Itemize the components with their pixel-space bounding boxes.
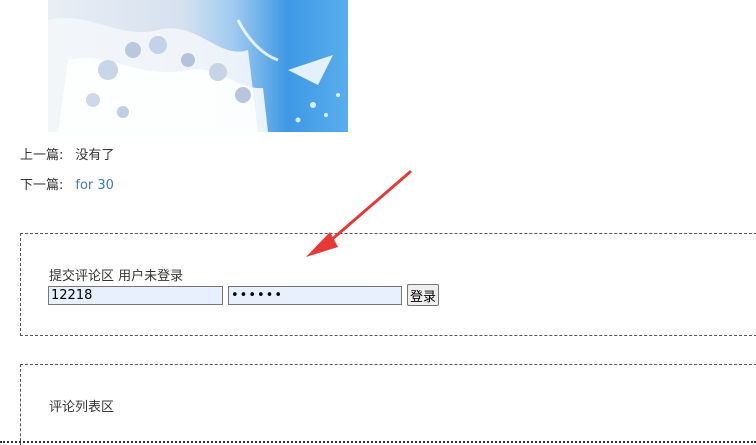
username-input[interactable] bbox=[48, 285, 223, 305]
bottom-divider bbox=[0, 441, 756, 443]
prev-article-value: 没有了 bbox=[75, 148, 115, 163]
login-form: 登录 bbox=[48, 284, 440, 306]
illustration-graphic bbox=[48, 0, 348, 132]
comment-list-title: 评论列表区 bbox=[49, 400, 115, 415]
article-image bbox=[48, 0, 348, 132]
next-article-label: 下一篇: bbox=[20, 178, 64, 193]
comment-form-title: 提交评论区 用户未登录 bbox=[49, 269, 184, 284]
page: 上一篇: 没有了 下一篇: for 30 提交评论区 用户未登录 登录 评论列表区 bbox=[0, 0, 756, 445]
prev-article: 上一篇: 没有了 bbox=[20, 148, 114, 164]
password-input[interactable] bbox=[228, 285, 402, 305]
next-article: 下一篇: for 30 bbox=[20, 178, 114, 194]
login-button[interactable]: 登录 bbox=[407, 284, 440, 306]
prev-article-label: 上一篇: bbox=[20, 148, 64, 163]
next-article-link[interactable]: for 30 bbox=[75, 178, 114, 193]
comment-list-area: 评论列表区 bbox=[20, 364, 756, 445]
comment-submit-area: 提交评论区 用户未登录 登录 bbox=[20, 233, 756, 336]
